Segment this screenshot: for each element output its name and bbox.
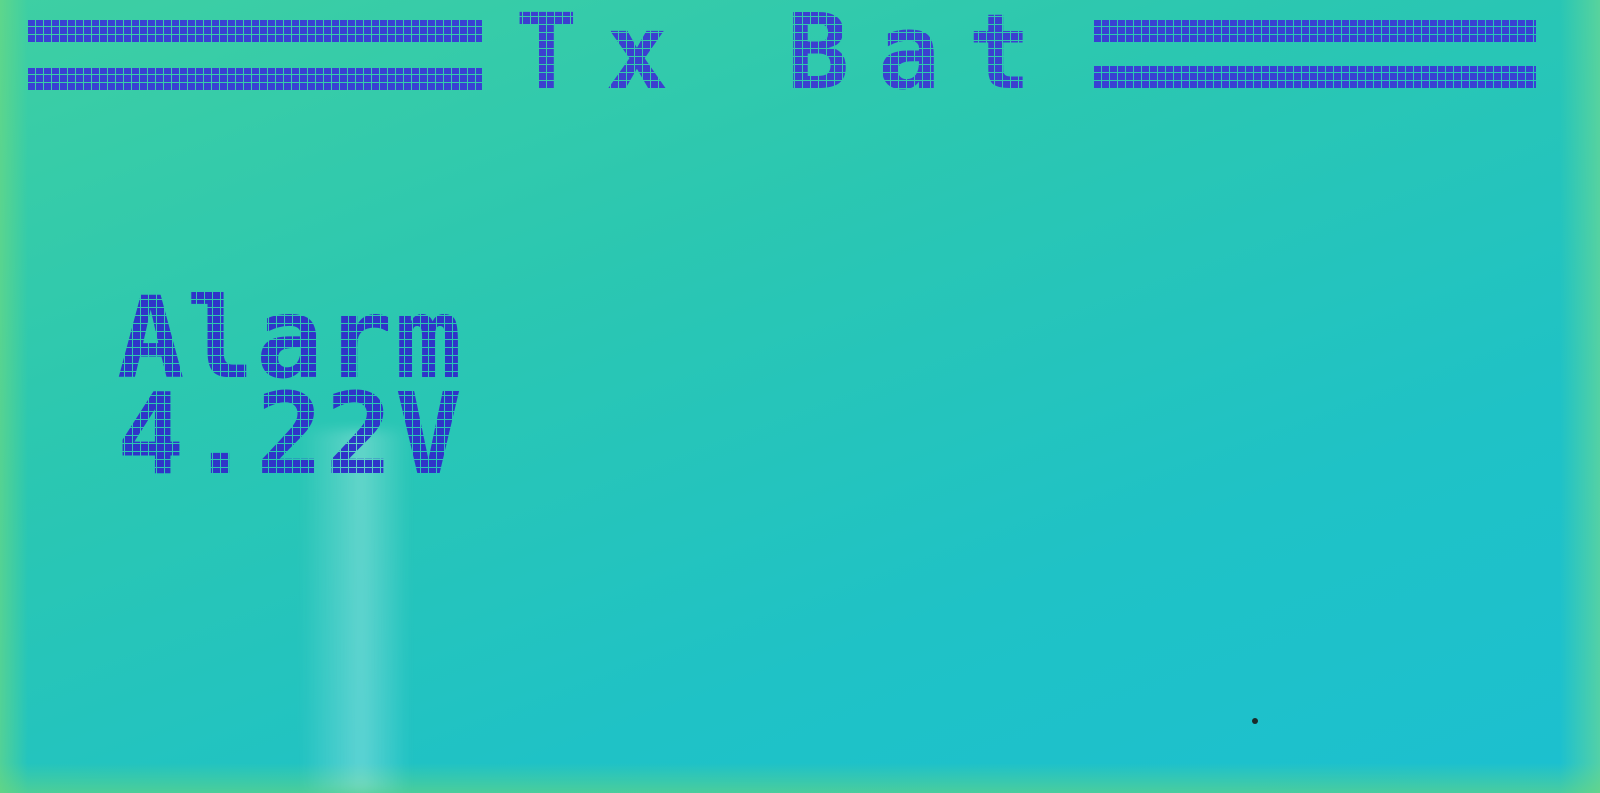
alarm-voltage-value: 4.22V <box>117 370 465 500</box>
screen-title: Tx Bat <box>515 0 1059 113</box>
lcd-edge-left <box>0 0 28 793</box>
title-rule-left-bottom <box>28 68 482 90</box>
dust-speck <box>1252 718 1258 724</box>
lcd-edge-bottom <box>0 763 1600 793</box>
title-rule-left-top <box>28 20 482 42</box>
lcd-screen: Tx Bat Alarm 4.22V <box>0 0 1600 793</box>
lcd-edge-right <box>1560 0 1600 793</box>
title-rule-right-top <box>1094 20 1536 42</box>
title-rule-right-bottom <box>1094 66 1536 88</box>
